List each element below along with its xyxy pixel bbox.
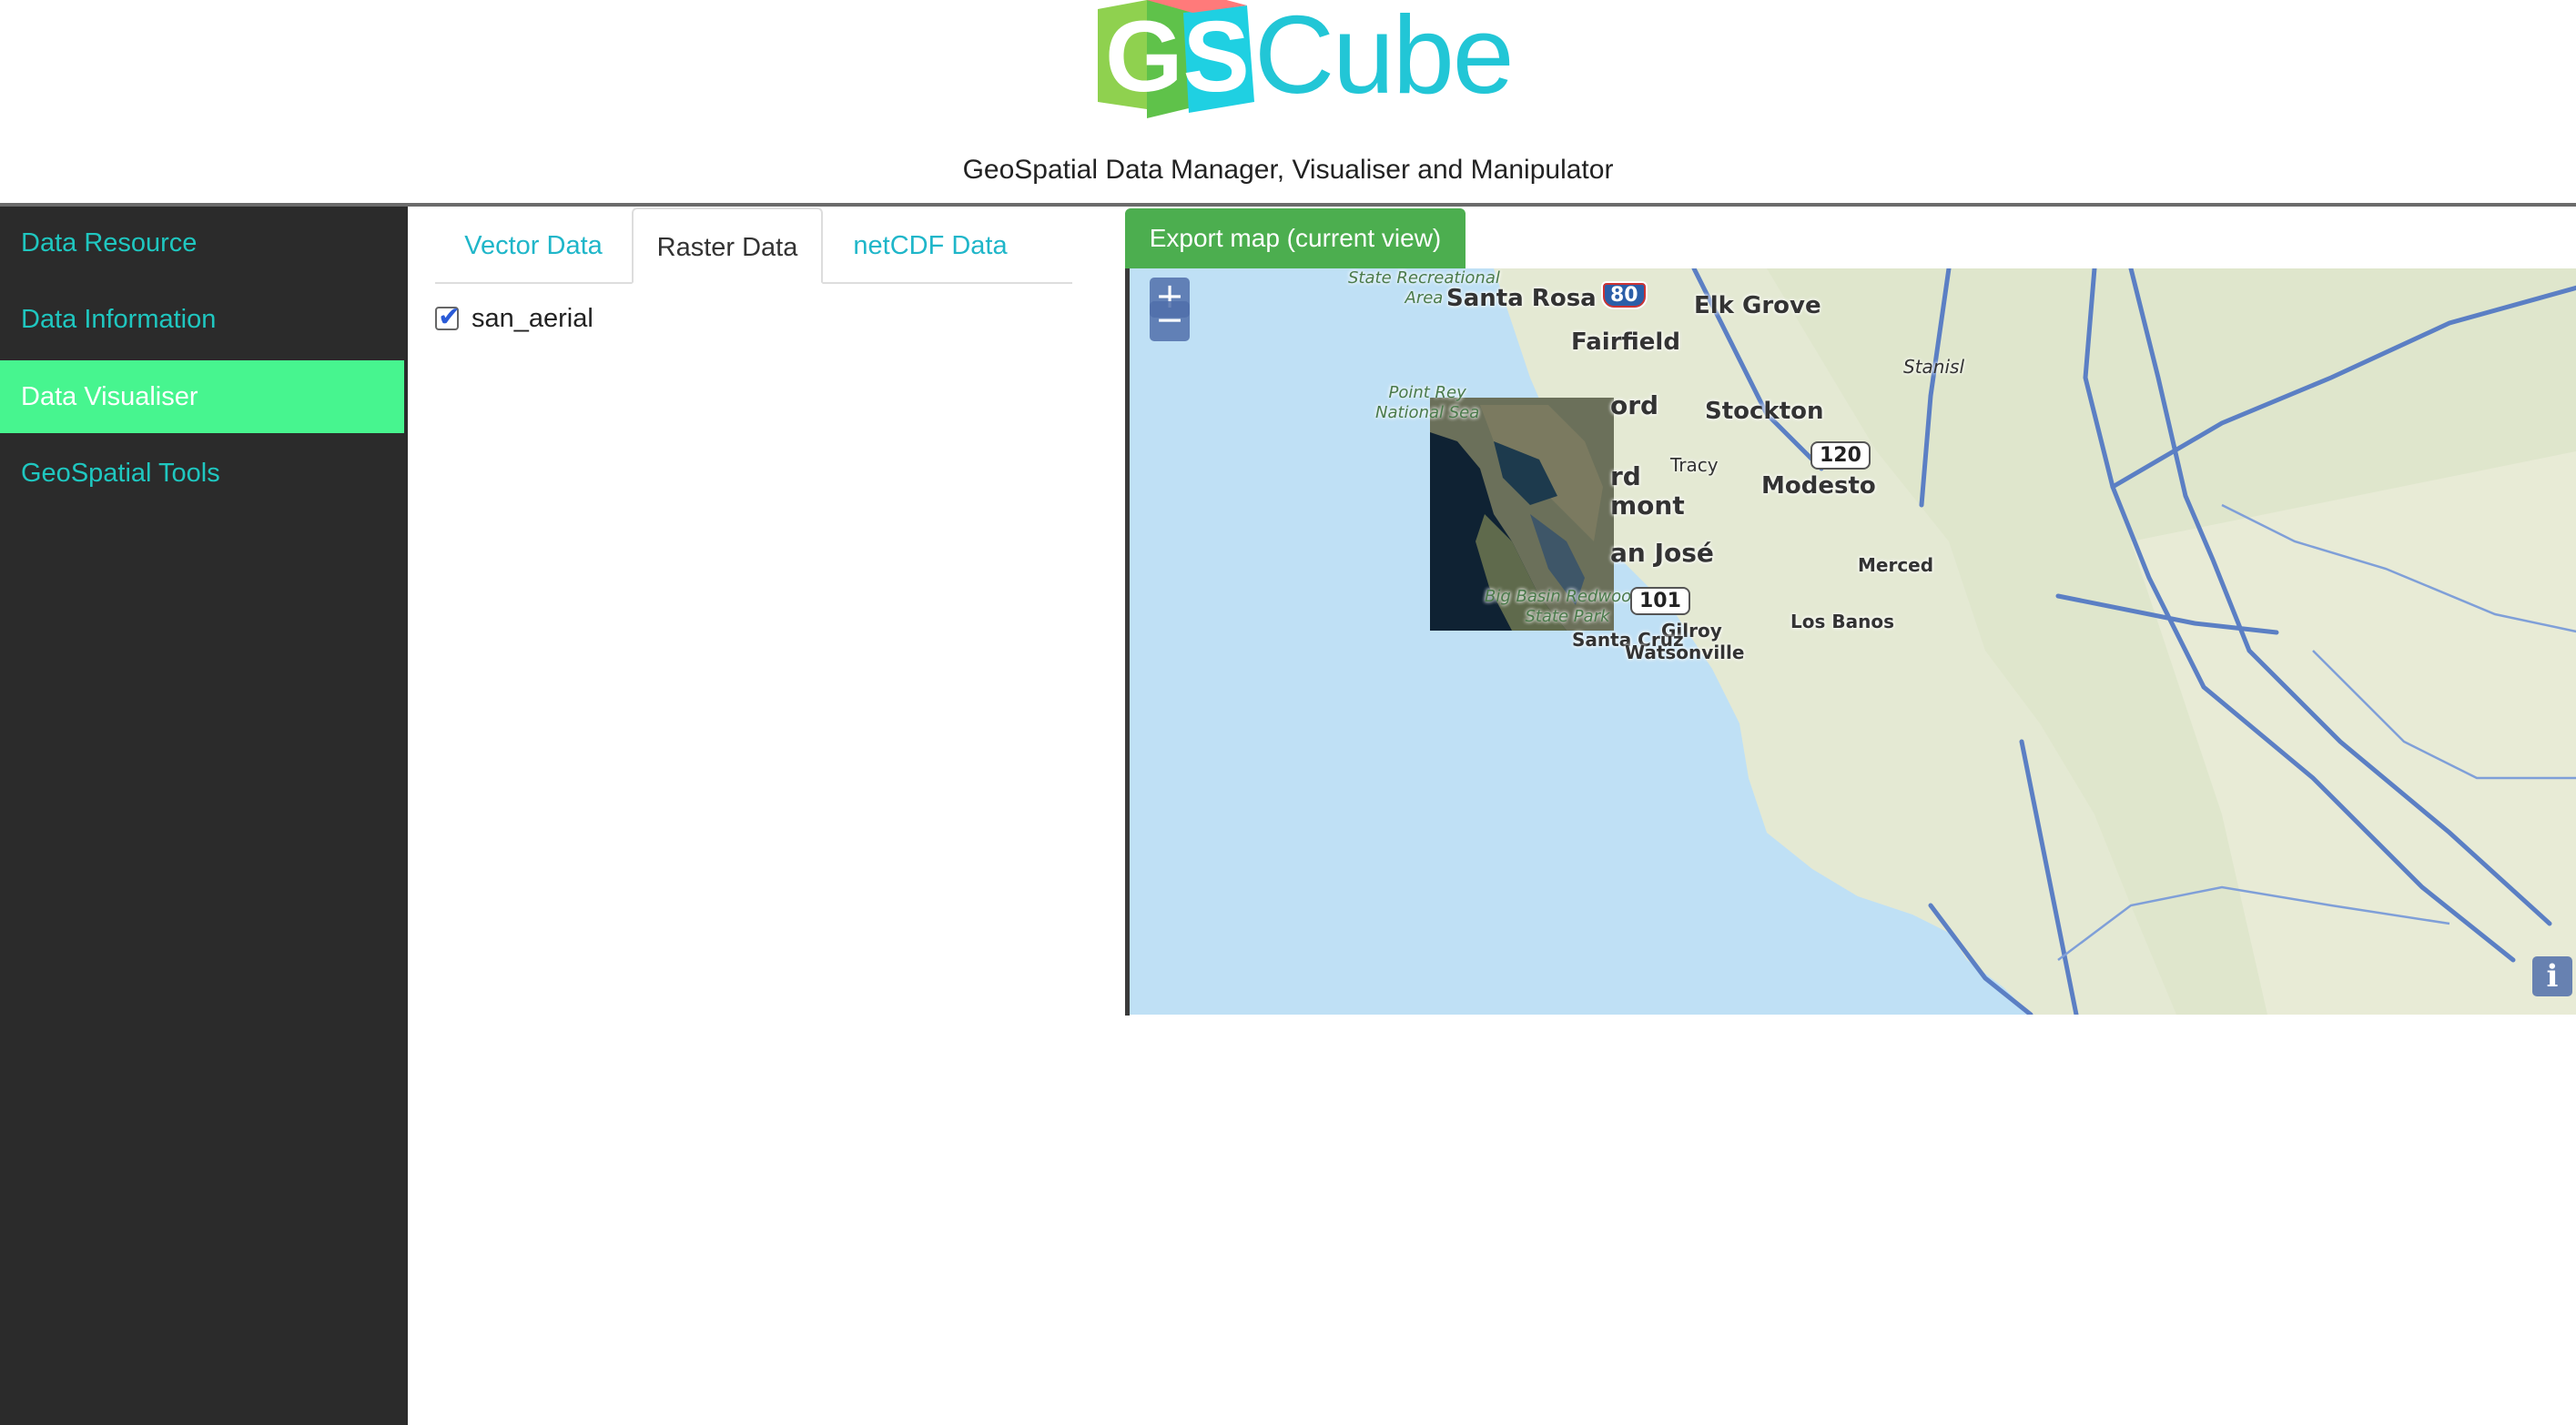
map-label-stanislaus: Stanisl (1903, 356, 1965, 378)
map-label-point-reyes: Point Rey National Sea (1375, 383, 1480, 422)
map-border-stub (1125, 1001, 1130, 1016)
tab-vector-data[interactable]: Vector Data (435, 207, 632, 284)
logo-letters: GS (1105, 1, 1250, 113)
map-label-modesto: Modesto (1761, 472, 1876, 500)
map-label-state-rec-area: State Recreational Area (1348, 268, 1500, 308)
interstate-80-shield: 80 (1601, 281, 1648, 309)
sidebar-item-data-visualiser[interactable]: Data Visualiser (0, 360, 404, 433)
map-label-elk-grove: Elk Grove (1694, 292, 1821, 319)
map-info-button[interactable]: i (2532, 956, 2572, 996)
data-type-tabs: Vector Data Raster Data netCDF Data (435, 207, 1072, 284)
map-label-stockton: Stockton (1705, 398, 1824, 425)
sidebar: Data Resource Data Information Data Visu… (0, 207, 408, 1425)
map-viewport[interactable]: + − Santa Rosa Elk Grove Fairfield Stock… (1125, 268, 2576, 1015)
map-label-merced: Merced (1858, 554, 1934, 576)
basemap (1130, 268, 2576, 1015)
map-label-ord: ord (1610, 390, 1659, 420)
map-label-mont: mont (1610, 490, 1685, 520)
app-header: GS Cube GeoSpatial Data Manager, Visuali… (0, 0, 2576, 207)
map-label-los-banos: Los Banos (1790, 611, 1894, 632)
us-101-shield: 101 (1630, 587, 1690, 615)
map-label-big-basin: Big Basin Redwoods State Park (1485, 587, 1650, 626)
layer-label: san_aerial (472, 303, 593, 333)
map-label-tracy: Tracy (1670, 454, 1719, 476)
tab-raster-data[interactable]: Raster Data (632, 207, 823, 284)
sidebar-item-data-information[interactable]: Data Information (0, 283, 404, 356)
sidebar-item-data-resource[interactable]: Data Resource (0, 207, 404, 279)
map-label-watsonville: Watsonville (1625, 642, 1745, 663)
logo-text: Cube (1254, 0, 1515, 116)
map-label-rd: rd (1610, 461, 1641, 491)
tab-netcdf-data[interactable]: netCDF Data (823, 207, 1038, 284)
layer-list-item: san_aerial (435, 300, 593, 337)
app-tagline: GeoSpatial Data Manager, Visualiser and … (962, 155, 1614, 185)
zoom-out-button[interactable]: − (1150, 301, 1190, 341)
sidebar-item-geospatial-tools[interactable]: GeoSpatial Tools (0, 437, 404, 510)
layer-checkbox[interactable] (435, 301, 461, 333)
export-map-button[interactable]: Export map (current view) (1125, 208, 1465, 268)
map-label-fairfield: Fairfield (1571, 328, 1680, 356)
map-label-san-jose: an José (1610, 538, 1714, 568)
hwy-120-shield: 120 (1810, 441, 1871, 470)
